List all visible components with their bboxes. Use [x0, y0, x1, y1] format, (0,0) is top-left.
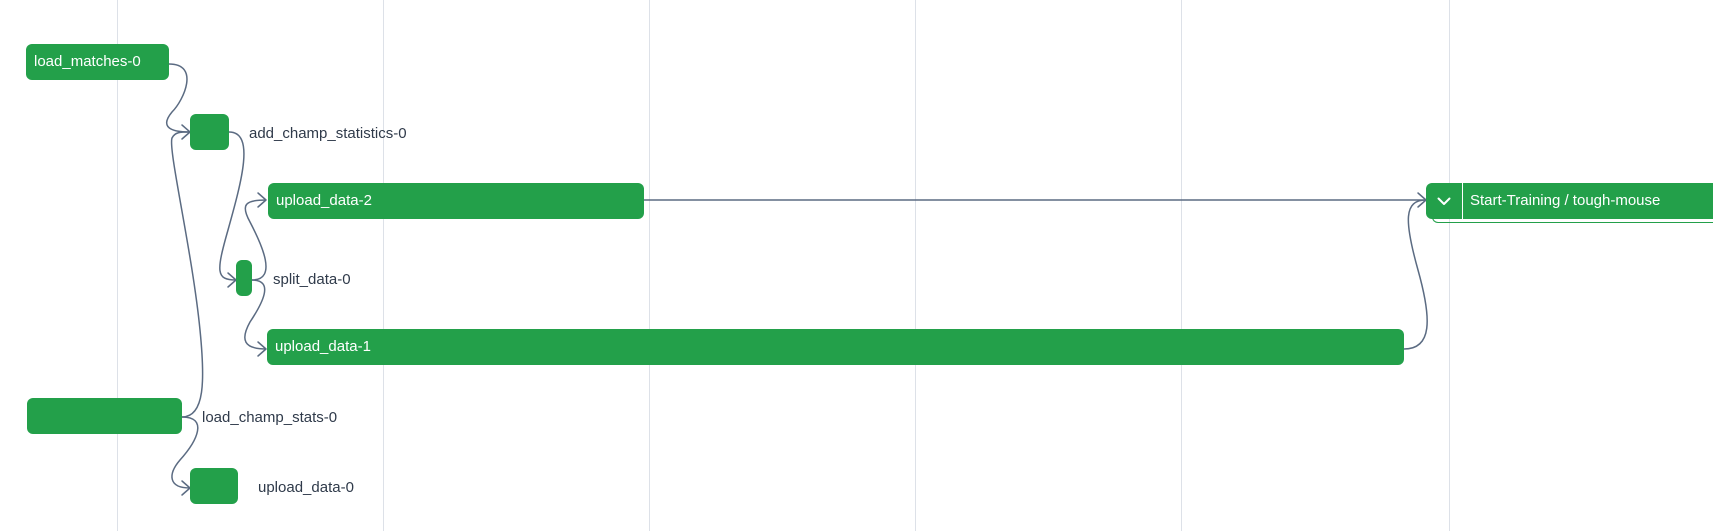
subflow-run-start-training[interactable]: Start-Training / tough-mouse	[1426, 183, 1713, 219]
dependency-edges	[165, 63, 1428, 496]
chevron-down-icon	[1437, 197, 1451, 205]
task-run-label: load_champ_stats-0	[202, 409, 338, 426]
task-run-upload-data-0[interactable]	[190, 468, 238, 504]
task-run-label: upload_data-0	[258, 479, 354, 496]
task-run-upload-data-1[interactable]: upload_data-1	[267, 329, 1404, 365]
task-run-add-champ-statistics[interactable]	[190, 114, 229, 150]
edge-upload-data-1-to-start-training	[1403, 199, 1428, 350]
task-run-label: upload_data-1	[275, 338, 371, 355]
edge-load-matches-to-add-champ-statistics	[165, 63, 191, 133]
task-run-split-data[interactable]	[236, 260, 252, 296]
edge-load-champ-stats-to-add-champ-statistics	[170, 131, 204, 418]
edge-add-champ-statistics-to-split-data	[219, 131, 245, 281]
task-run-label: upload_data-2	[276, 192, 372, 209]
flow-run-timeline[interactable]: load_matches-0 add_champ_statistics-0 up…	[0, 0, 1713, 531]
task-run-label: load_matches-0	[34, 53, 141, 70]
subflow-run-label: Start-Training / tough-mouse	[1470, 192, 1661, 209]
task-run-load-champ-stats[interactable]	[27, 398, 182, 434]
task-run-load-matches[interactable]: load_matches-0	[26, 44, 169, 80]
task-run-upload-data-2[interactable]: upload_data-2	[268, 183, 644, 219]
task-run-label: split_data-0	[273, 271, 351, 288]
subflow-expand-toggle[interactable]	[1426, 183, 1463, 219]
task-run-label: add_champ_statistics-0	[249, 125, 407, 142]
